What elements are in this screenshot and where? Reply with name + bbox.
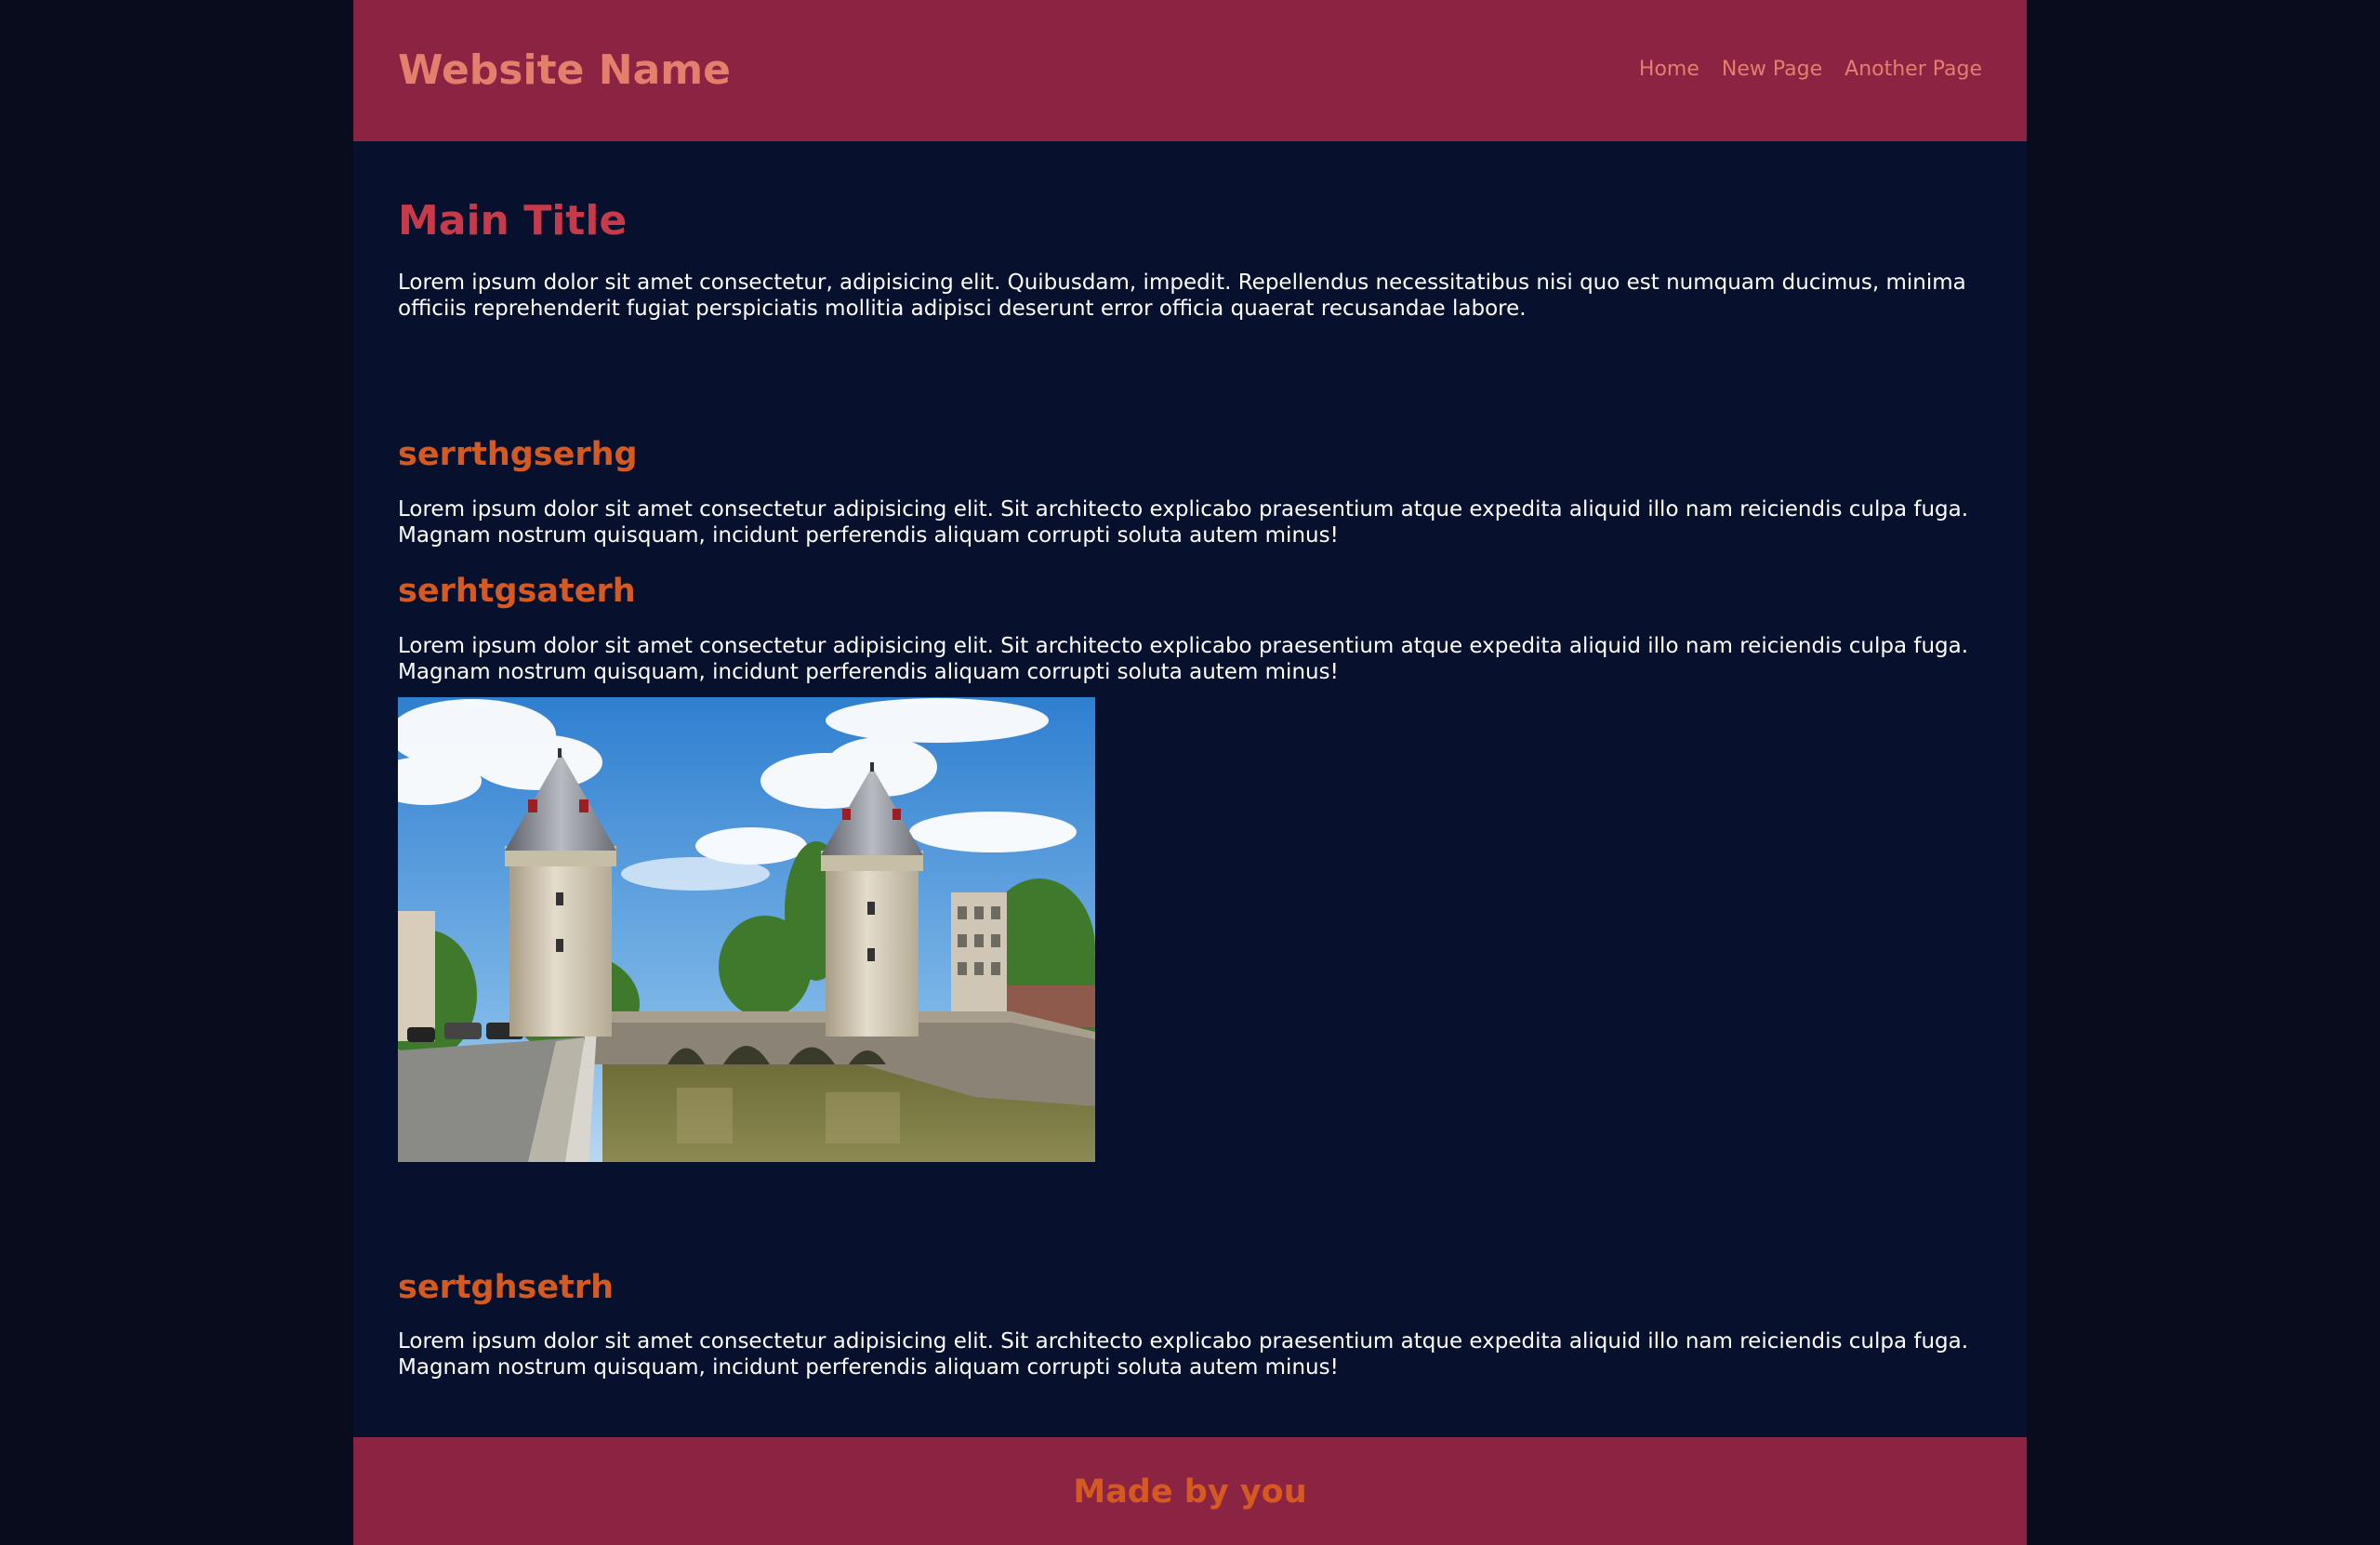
section-paragraph: Lorem ipsum dolor sit amet consectetur a… [398,497,1969,548]
nav-link-home[interactable]: Home [1639,56,1699,84]
site-name[interactable]: Website Name [398,45,731,97]
section-paragraph: Lorem ipsum dolor sit amet consectetur a… [398,1329,1969,1380]
section-heading: serhtgsaterh [398,573,636,610]
main-nav: Home New Page Another Page [1639,56,1982,84]
site-footer: Made by you [353,1437,2027,1545]
section-heading: sertghsetrh [398,1269,615,1306]
intro-paragraph: Lorem ipsum dolor sit amet consectetur, … [398,271,1966,321]
page-container: Website Name Home New Page Another Page … [353,0,2027,1545]
footer-text: Made by you [1073,1473,1307,1511]
site-header: Website Name Home New Page Another Page [353,0,2027,141]
castle-towers-photo [398,697,1095,1162]
nav-link-new-page[interactable]: New Page [1722,56,1822,84]
section-paragraph: Lorem ipsum dolor sit amet consectetur a… [398,634,1969,684]
section-heading: serrthgserhg [398,436,638,473]
nav-link-another-page[interactable]: Another Page [1844,56,1982,84]
main-title: Main Title [398,197,628,244]
